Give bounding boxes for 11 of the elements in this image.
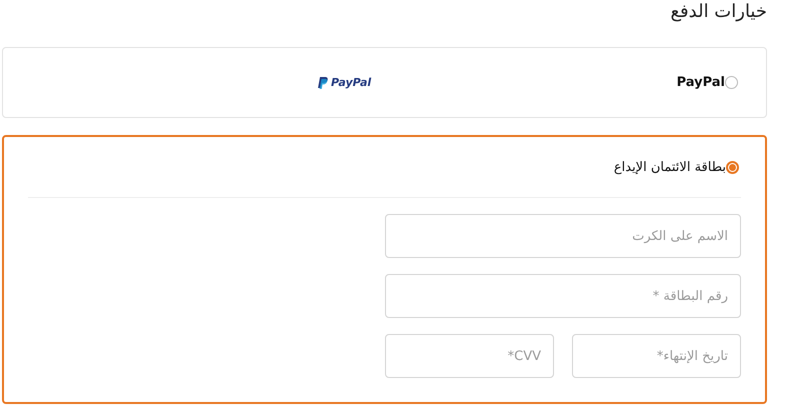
input-field[interactable]: الاسم على الكرت: [385, 214, 741, 258]
paypal-p-icon: [318, 76, 328, 88]
radio-button[interactable]: [726, 160, 739, 174]
paypal-logo: PayPal: [331, 76, 372, 89]
option-label: بطاقة الائتمان الإيداع: [614, 160, 726, 174]
input-field[interactable]: رقم البطاقة *: [385, 274, 741, 318]
input-field[interactable]: تاريخ الإنتهاء*: [572, 334, 741, 378]
section-title: خيارات الدفع: [669, 0, 767, 24]
radio-button[interactable]: [725, 76, 738, 89]
input-field[interactable]: CVV*: [385, 334, 554, 378]
option-label: PayPal: [676, 75, 725, 90]
